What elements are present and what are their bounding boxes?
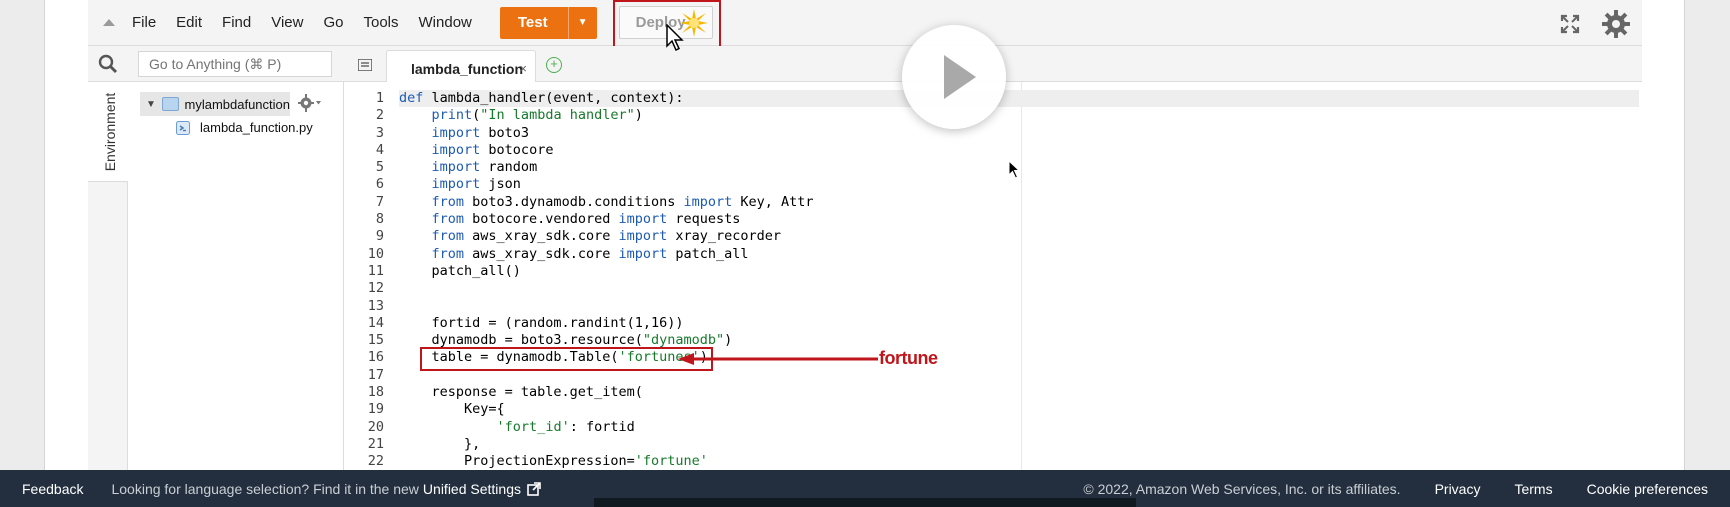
- menu-edit[interactable]: Edit: [176, 14, 202, 31]
- line-number: 17: [367, 366, 384, 383]
- feedback-link[interactable]: Feedback: [22, 481, 83, 497]
- code-line[interactable]: fortid = (random.randint(1,16)): [399, 315, 1639, 332]
- add-tab-icon[interactable]: +: [546, 57, 562, 73]
- search-icon[interactable]: [98, 54, 118, 79]
- tree-settings-gear-icon[interactable]: [298, 94, 322, 117]
- mouse-cursor-icon: [1008, 160, 1021, 179]
- annotation-arrow-icon: [678, 353, 878, 365]
- line-number: 21: [367, 435, 384, 452]
- annotation-label: fortune: [879, 348, 938, 368]
- line-number: 2: [375, 107, 384, 124]
- test-dropdown-caret-icon[interactable]: ▼: [569, 7, 597, 39]
- line-number: 4: [375, 141, 384, 158]
- line-number: 3: [375, 124, 384, 141]
- tree-file-lambda-function-py[interactable]: lambda_function.py: [176, 120, 313, 135]
- video-progress-strip: [594, 498, 1136, 507]
- environment-tab[interactable]: Environment: [88, 82, 128, 182]
- unified-settings-link[interactable]: Unified Settings: [423, 481, 541, 497]
- code-line[interactable]: patch_all(): [399, 263, 1639, 280]
- line-number: 16: [367, 349, 384, 366]
- code-line[interactable]: from aws_xray_sdk.core import xray_recor…: [399, 228, 1639, 245]
- line-number: 5: [375, 159, 384, 176]
- menu-go[interactable]: Go: [323, 14, 343, 31]
- code-line[interactable]: ProjectionExpression='fortune': [399, 453, 1639, 470]
- menu-right-controls: [1560, 10, 1630, 38]
- test-button[interactable]: Test ▼: [499, 6, 597, 39]
- test-button-label[interactable]: Test: [500, 6, 569, 39]
- tab-label: lambda_function: [411, 61, 524, 77]
- toolbar-row: lambda_function × +: [88, 46, 1642, 82]
- terms-link[interactable]: Terms: [1514, 481, 1552, 497]
- privacy-link[interactable]: Privacy: [1435, 481, 1481, 497]
- menu-find[interactable]: Find: [222, 14, 251, 31]
- folder-label: mylambdafunction: [184, 96, 291, 112]
- folder-icon: [161, 97, 179, 111]
- go-to-anything-input[interactable]: [138, 51, 332, 77]
- line-number: 19: [367, 401, 384, 418]
- code-line[interactable]: [399, 280, 1639, 297]
- code-line[interactable]: from boto3.dynamodb.conditions import Ke…: [399, 194, 1639, 211]
- code-line[interactable]: import botocore: [399, 142, 1639, 159]
- line-number: 14: [367, 314, 384, 331]
- code-line[interactable]: from aws_xray_sdk.core import patch_all: [399, 246, 1639, 263]
- unified-settings-label: Unified Settings: [422, 480, 521, 497]
- code-line[interactable]: },: [399, 436, 1639, 453]
- line-number: 15: [367, 332, 384, 349]
- footer-right-links: © 2022, Amazon Web Services, Inc. or its…: [1083, 470, 1708, 507]
- line-number-gutter: 1 2 3 4 5 6 7 8 9 10 11 12 13 14 15 16 17 18 19 20 21 22: [344, 90, 396, 470]
- environment-tab-label: Environment: [102, 92, 118, 172]
- code-lines[interactable]: def lambda_handler(event, context): prin…: [399, 90, 1639, 470]
- fullscreen-icon[interactable]: [1560, 14, 1580, 34]
- code-line[interactable]: def lambda_handler(event, context):: [399, 90, 1639, 108]
- cloud9-ide: File Edit Find View Go Tools Window Test…: [88, 0, 1642, 470]
- code-editor[interactable]: 1 2 3 4 5 6 7 8 9 10 11 12 13 14 15 16 17 18 19 20 21 22 def …: [344, 82, 1642, 470]
- cookie-preferences-link[interactable]: Cookie preferences: [1587, 481, 1708, 497]
- file-tree: ▼ mylambdafunction lambda_function.py: [128, 82, 344, 470]
- line-number: 13: [367, 297, 384, 314]
- tab-lambda-function[interactable]: lambda_function ×: [386, 50, 536, 82]
- line-number: 12: [367, 280, 384, 297]
- code-line[interactable]: [399, 298, 1639, 315]
- mouse-cursor-icon: [666, 24, 684, 52]
- code-line[interactable]: response = table.get_item(: [399, 384, 1639, 401]
- line-number: 6: [375, 176, 384, 193]
- tab-list-icon[interactable]: [357, 58, 373, 76]
- menu-window[interactable]: Window: [419, 14, 472, 31]
- line-number: 10: [367, 245, 384, 262]
- menu-tools[interactable]: Tools: [363, 14, 398, 31]
- expand-triangle-icon[interactable]: ▼: [146, 99, 156, 110]
- copyright-text: © 2022, Amazon Web Services, Inc. or its…: [1083, 480, 1401, 497]
- code-line[interactable]: from botocore.vendored import requests: [399, 211, 1639, 228]
- code-line[interactable]: 'fort_id': fortid: [399, 419, 1639, 436]
- line-number: 20: [367, 418, 384, 435]
- code-line[interactable]: Key={: [399, 401, 1639, 418]
- video-play-button[interactable]: [902, 25, 1006, 129]
- settings-gear-icon[interactable]: [1602, 10, 1630, 38]
- line-number: 9: [375, 228, 384, 245]
- menu-bar: File Edit Find View Go Tools Window Test…: [88, 0, 1642, 56]
- line-number: 18: [367, 384, 384, 401]
- menu-file[interactable]: File: [132, 14, 156, 31]
- python-file-icon: [176, 120, 190, 135]
- line-number: 1: [375, 90, 384, 106]
- external-link-icon: [527, 481, 541, 496]
- code-line[interactable]: print("In lambda handler"): [399, 107, 1639, 124]
- file-label: lambda_function.py: [200, 120, 313, 135]
- language-notice: Looking for language selection? Find it …: [111, 480, 419, 497]
- tree-folder-mylambdafunction[interactable]: ▼ mylambdafunction: [140, 92, 290, 116]
- menu-view[interactable]: View: [271, 14, 303, 31]
- line-number: 11: [367, 262, 384, 279]
- line-number: 7: [375, 193, 384, 210]
- code-highlight-box: [420, 347, 713, 371]
- line-number: 8: [375, 211, 384, 228]
- tab-close-icon[interactable]: ×: [519, 61, 527, 76]
- collapse-up-icon[interactable]: [102, 16, 116, 30]
- code-line[interactable]: import boto3: [399, 125, 1639, 142]
- left-panel-bar: Environment: [88, 82, 128, 470]
- line-number: 22: [367, 453, 384, 470]
